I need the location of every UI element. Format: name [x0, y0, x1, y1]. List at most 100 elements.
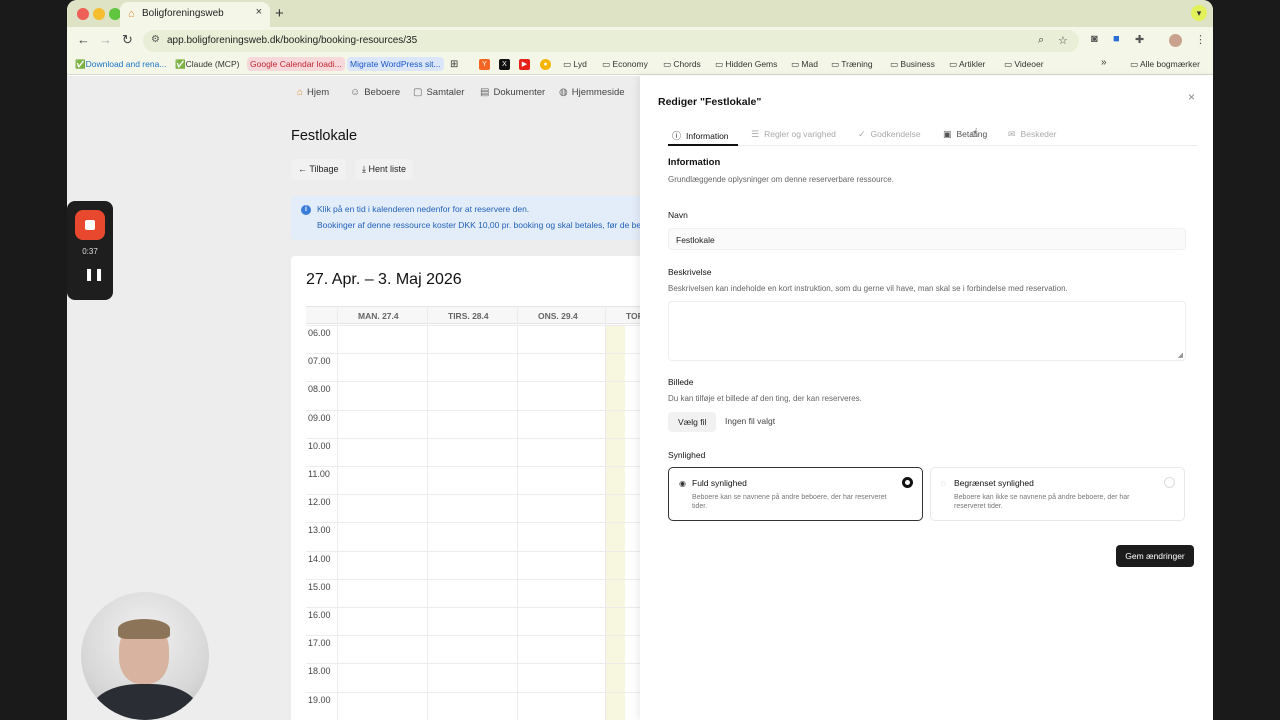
- hour-row[interactable]: 08.00: [306, 381, 640, 409]
- tab-strip: ⌂ Boligforeningsweb × + ▾: [67, 0, 1213, 27]
- presenter-body: [91, 684, 199, 720]
- hour-row[interactable]: 18.00: [306, 663, 640, 691]
- browser-tab[interactable]: ⌂ Boligforeningsweb ×: [120, 2, 270, 27]
- browser-toolbar: ← → ↻ ⚙ app.boligforeningsweb.dk/booking…: [67, 27, 1213, 55]
- check-icon: ✅: [175, 59, 186, 69]
- hour-row[interactable]: 12.00: [306, 494, 640, 522]
- bookmark-folder[interactable]: ▭ Videoer: [1004, 59, 1044, 70]
- extension-icon[interactable]: ■: [1113, 33, 1120, 45]
- folder-icon: ▭: [949, 59, 959, 69]
- more-vertical-icon[interactable]: ⋮: [1195, 33, 1206, 46]
- x-icon[interactable]: X: [499, 59, 510, 70]
- info-line: Klik på en tid i kalenderen nedenfor for…: [317, 204, 530, 214]
- reload-icon[interactable]: ↻: [122, 32, 133, 48]
- hour-row[interactable]: 10.00: [306, 437, 640, 466]
- users-icon: ☺: [350, 87, 361, 98]
- hour-label: 07.00: [308, 356, 331, 367]
- hour-label: 16.00: [308, 610, 331, 620]
- panel-tabs: ⓘ Information ☰ Regler og varighed ✓ Godken…: [668, 122, 1198, 146]
- hour-label: 10.00: [308, 440, 331, 451]
- name-input[interactable]: Festlokale: [668, 228, 1186, 250]
- grid-icon[interactable]: ⊞: [450, 59, 458, 70]
- tab-rules[interactable]: ☰ Regler og varighed: [751, 129, 836, 140]
- resize-handle-icon[interactable]: ◢: [1178, 351, 1183, 359]
- radio-selected[interactable]: [902, 477, 913, 488]
- nav-item-hjemmeside[interactable]: ◍ Hjemmeside: [559, 87, 625, 98]
- youtube-icon[interactable]: ▶: [519, 59, 530, 70]
- panel-title: Rediger "Festlokale": [658, 96, 762, 108]
- bookmark-item[interactable]: Google Calendar loadi...: [247, 57, 345, 71]
- visibility-limited-option[interactable]: ◌ Begrænset synlighed Beboere kan ikke s…: [930, 467, 1185, 521]
- address-bar[interactable]: ⚙ app.boligforeningsweb.dk/booking/booki…: [143, 30, 1079, 52]
- hour-row[interactable]: 11.00: [306, 466, 640, 494]
- webcam-overlay: [81, 592, 209, 720]
- hackernews-icon[interactable]: Y: [479, 59, 490, 70]
- chevron-right-icon[interactable]: »: [1101, 57, 1107, 68]
- app-icon[interactable]: ●: [540, 59, 551, 70]
- stop-recording-button[interactable]: [75, 210, 105, 240]
- all-bookmarks[interactable]: ▭ Alle bogmærker: [1130, 59, 1200, 70]
- hour-row[interactable]: 13.00: [306, 522, 640, 550]
- description-textarea[interactable]: ◢: [668, 301, 1186, 361]
- puzzle-icon[interactable]: ✚: [1135, 33, 1144, 46]
- section-title: Information: [668, 157, 721, 168]
- bookmark-item[interactable]: ✅Download and rena...: [75, 59, 166, 70]
- house-icon: ⌂: [297, 87, 304, 98]
- bookmark-folder[interactable]: ▭ Artikler: [949, 59, 985, 70]
- minimize-window-button[interactable]: [93, 8, 105, 20]
- hour-row[interactable]: 07.00: [306, 353, 640, 381]
- star-icon[interactable]: ☆: [1058, 34, 1068, 47]
- nav-item-dokumenter[interactable]: ▤ Dokumenter: [480, 87, 545, 98]
- nav-item-beboere[interactable]: ☺ Beboere: [350, 87, 400, 98]
- nav-item-hjem[interactable]: ⌂ Hjem: [297, 87, 329, 98]
- hour-row[interactable]: 14.00: [306, 550, 640, 579]
- choose-file-button[interactable]: Vælg fil: [668, 412, 717, 432]
- bookmark-folder[interactable]: ▭ Business: [890, 59, 935, 70]
- bookmark-folder[interactable]: ▭ Hidden Gems: [715, 59, 777, 70]
- site-settings-icon[interactable]: ⚙: [151, 34, 160, 45]
- bookmark-folder[interactable]: ▭ Lyd: [563, 59, 587, 70]
- visibility-full-option[interactable]: ◉ Fuld synlighed Beboere kan se navnene …: [668, 467, 923, 521]
- hour-label: 09.00: [308, 412, 331, 423]
- file-status: Ingen fil valgt: [725, 416, 776, 426]
- profile-avatar[interactable]: [1169, 34, 1182, 47]
- hour-row[interactable]: 15.00: [306, 578, 640, 607]
- eye-off-icon: ◌: [941, 479, 946, 488]
- hour-row[interactable]: 09.00: [306, 409, 640, 438]
- back-arrow-icon[interactable]: ←: [77, 32, 90, 47]
- tab-approval[interactable]: ✓ Godkendelse: [858, 129, 921, 140]
- close-icon[interactable]: ×: [256, 6, 262, 18]
- bookmark-folder[interactable]: ▭ Træning: [831, 59, 873, 70]
- hour-row[interactable]: 19.00: [306, 691, 640, 720]
- close-icon[interactable]: ×: [1188, 90, 1195, 104]
- sliders-icon: ☰: [751, 129, 760, 139]
- forward-arrow-icon[interactable]: →: [99, 32, 112, 47]
- hour-label: 06.00: [308, 328, 331, 338]
- option-description: Beboere kan se navnene på andre beboere,…: [692, 494, 887, 510]
- new-tab-icon[interactable]: +: [275, 5, 284, 22]
- bookmark-folder[interactable]: ▭ Chords: [663, 59, 701, 70]
- bookmark-folder[interactable]: ▭ Mad: [791, 59, 818, 70]
- bookmark-item[interactable]: Migrate WordPress sit...: [347, 57, 444, 71]
- calendar-day: ONS. 29.4: [538, 311, 578, 321]
- bookmark-item[interactable]: ✅Claude (MCP): [175, 59, 239, 70]
- hour-label: 08.00: [308, 384, 331, 395]
- hour-row[interactable]: 16.00: [306, 607, 640, 635]
- download-list-button[interactable]: ⤓ Hent liste: [355, 159, 414, 180]
- hour-row[interactable]: 17.00: [306, 635, 640, 663]
- radio-unselected[interactable]: [1164, 477, 1175, 488]
- pause-icon[interactable]: ❚❚: [84, 267, 104, 281]
- chevron-down-icon[interactable]: ▾: [1191, 5, 1207, 21]
- camera-icon[interactable]: ◙: [1091, 33, 1098, 45]
- zoom-icon[interactable]: ⌕: [1038, 34, 1044, 47]
- close-window-button[interactable]: [77, 8, 89, 20]
- bookmark-folder[interactable]: ▭ Economy: [602, 59, 648, 70]
- tab-payment[interactable]: ▣ Betaling: [943, 129, 987, 140]
- save-changes-button[interactable]: Gem ændringer: [1116, 545, 1194, 567]
- nav-item-samtaler[interactable]: ▢ Samtaler: [413, 87, 464, 98]
- description-label: Beskrivelse: [668, 267, 712, 277]
- hour-row[interactable]: 06.00: [306, 325, 640, 353]
- tab-information[interactable]: ⓘ Information: [672, 129, 729, 142]
- back-button[interactable]: ← Tilbage: [291, 159, 346, 180]
- tab-messages[interactable]: ✉ Beskeder: [1008, 129, 1056, 140]
